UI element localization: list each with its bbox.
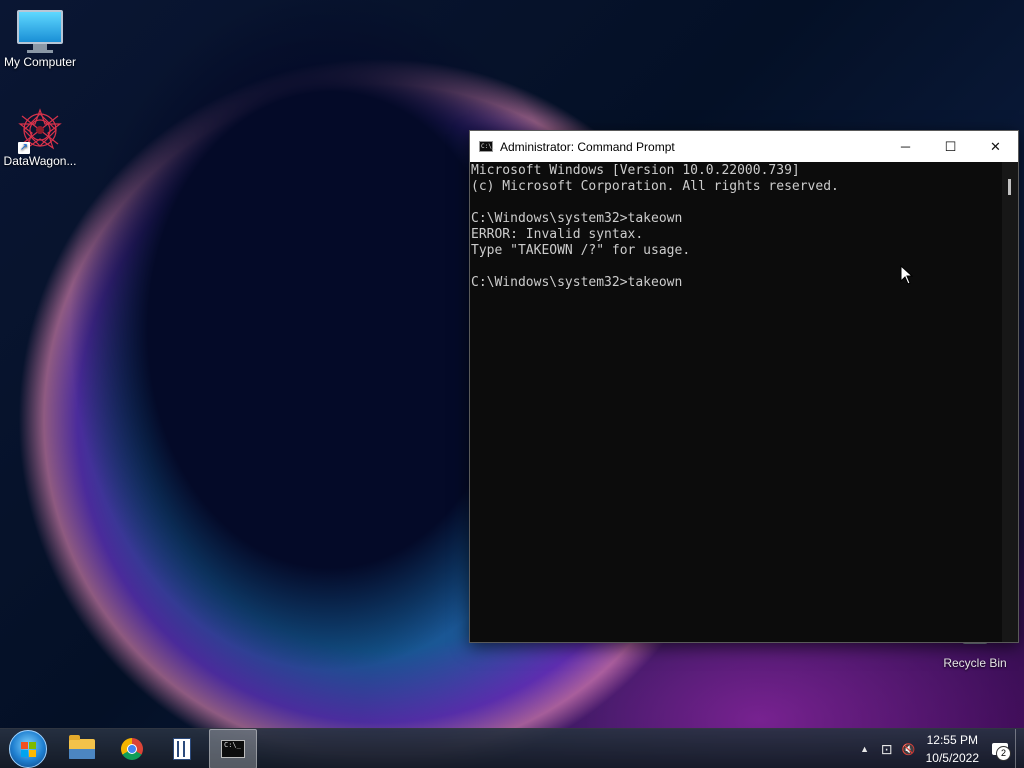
network-button[interactable]: ⊡ [876,729,898,768]
desktop-icon-label: Recycle Bin [943,656,1007,670]
window-titlebar[interactable]: C:\_ Administrator: Command Prompt ─ ☐ ✕ [470,131,1018,162]
volume-muted-icon: 🔇 [901,743,916,756]
window-title: Administrator: Command Prompt [500,139,675,154]
clock-date: 10/5/2022 [925,751,979,765]
desktop-icon-my-computer[interactable]: My Computer [0,0,80,69]
console-line: ERROR: Invalid syntax. [471,227,644,242]
minimize-button[interactable]: ─ [883,131,928,162]
vertical-scrollbar[interactable] [1002,162,1018,642]
volume-button[interactable]: 🔇 [898,729,920,768]
taskbar[interactable]: C:\_ ▲ ⊡ 🔇 12:55 PM 10/5/2022 2 [0,728,1024,768]
chevron-up-icon: ▲ [860,744,870,754]
command-prompt-window[interactable]: C:\_ Administrator: Command Prompt ─ ☐ ✕… [469,130,1019,643]
close-button[interactable]: ✕ [973,131,1018,162]
show-desktop-button[interactable] [1015,729,1024,768]
desktop-icon-datawagon[interactable]: ↗ DataWagon... [0,104,80,168]
monitor-icon [17,10,63,44]
clock[interactable]: 12:55 PM 10/5/2022 [926,731,979,767]
desktop[interactable]: My Computer ↗ DataWagon... Recycle Bin C… [0,0,1024,768]
system-tray: ▲ ⊡ 🔇 12:55 PM 10/5/2022 2 [854,729,1024,768]
minimize-icon: ─ [900,139,911,154]
datawagon-logo-icon: ↗ [18,108,62,154]
console-line: Type "TAKEOWN /?" for usage. [471,243,691,258]
console-line: C:\Windows\system32>takeown [471,275,683,290]
chrome-icon [121,738,143,760]
console-line: (c) Microsoft Corporation. All rights re… [471,179,839,194]
monitor-base [27,50,53,53]
taskbar-file-explorer[interactable] [59,730,105,768]
folder-icon [69,735,95,759]
library-icon [173,738,191,760]
network-icon: ⊡ [880,740,893,757]
close-icon: ✕ [990,138,1001,154]
maximize-button[interactable]: ☐ [928,131,973,162]
notification-center-button[interactable]: 2 [987,729,1013,768]
tray-overflow-button[interactable]: ▲ [854,729,876,768]
cmd-icon: C:\_ [221,740,245,758]
shortcut-arrow-icon: ↗ [18,142,30,154]
console-line: Microsoft Windows [Version 10.0.22000.73… [471,163,800,178]
taskbar-library[interactable] [159,730,205,768]
scrollbar-thumb[interactable] [1008,179,1011,195]
maximize-icon: ☐ [944,138,957,154]
cmd-icon: C:\_ [479,141,496,152]
desktop-icon-label: DataWagon... [3,154,77,168]
console-line: C:\Windows\system32>takeown [471,211,683,226]
clock-time: 12:55 PM [926,733,978,747]
start-button[interactable] [9,730,47,768]
desktop-icon-label: My Computer [3,55,77,69]
notification-count-badge: 2 [996,746,1011,761]
taskbar-command-prompt[interactable]: C:\_ [209,729,257,768]
taskbar-chrome[interactable] [109,730,155,768]
console-output[interactable]: Microsoft Windows [Version 10.0.22000.73… [470,162,1002,642]
windows-logo-icon [21,742,28,749]
